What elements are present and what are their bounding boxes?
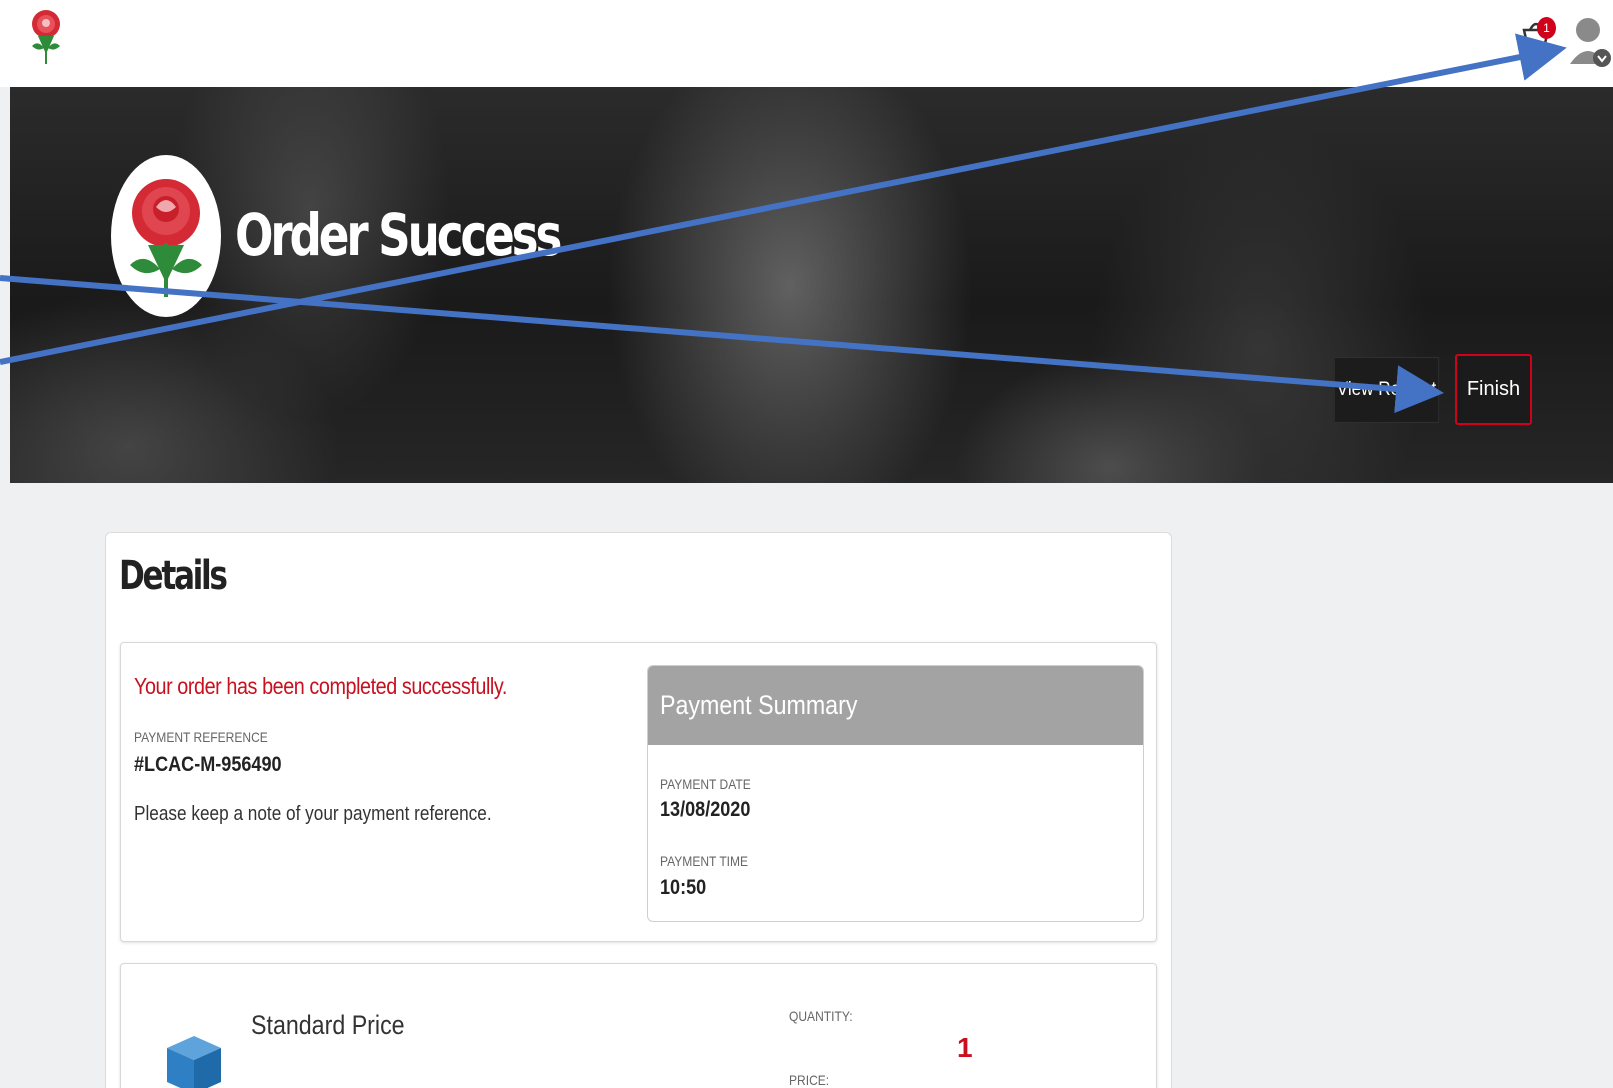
quantity-label: QUANTITY: (789, 1008, 853, 1024)
chevron-down-icon (1593, 49, 1611, 67)
top-navigation-bar: 1 (0, 0, 1613, 87)
quantity-value: 1 (957, 1032, 973, 1063)
payment-reference-value: #LCAC-M-956490 (134, 753, 282, 776)
basket-count-badge: 1 (1537, 17, 1556, 39)
success-message: Your order has been completed successful… (134, 673, 507, 699)
payment-time-label: PAYMENT TIME (660, 853, 749, 869)
payment-summary-title: Payment Summary (660, 690, 858, 720)
details-panel: Details Your order has been completed su… (105, 532, 1172, 1088)
hero-rose-emblem (111, 155, 221, 317)
details-heading: Details (119, 553, 228, 599)
payment-summary-header: Payment Summary (648, 666, 1143, 745)
view-receipt-button[interactable]: View Receipt (1333, 357, 1440, 423)
payment-date-value: 13/08/2020 (660, 798, 751, 821)
price-label: PRICE: (789, 1072, 830, 1088)
reference-note: Please keep a note of your payment refer… (134, 803, 492, 825)
payment-time-value: 10:50 (660, 876, 707, 899)
finish-button[interactable]: Finish (1455, 354, 1532, 425)
ticket-box-icon (167, 1036, 221, 1088)
user-avatar-icon[interactable] (1568, 8, 1613, 70)
hero-banner: Order Success View Receipt Finish (10, 87, 1613, 483)
order-confirmation-card: Your order has been completed successful… (120, 642, 1157, 942)
payment-date-label: PAYMENT DATE (660, 776, 751, 792)
england-rose-logo[interactable] (26, 6, 66, 66)
rose-icon (130, 179, 202, 297)
order-item-card: Standard Price QUANTITY: 1 PRICE: (120, 963, 1157, 1088)
item-name: Standard Price (251, 1010, 405, 1040)
payment-reference-label: PAYMENT REFERENCE (134, 729, 268, 745)
page-title: Order Success (235, 201, 562, 269)
payment-summary-box: Payment Summary PAYMENT DATE 13/08/2020 … (647, 665, 1144, 922)
